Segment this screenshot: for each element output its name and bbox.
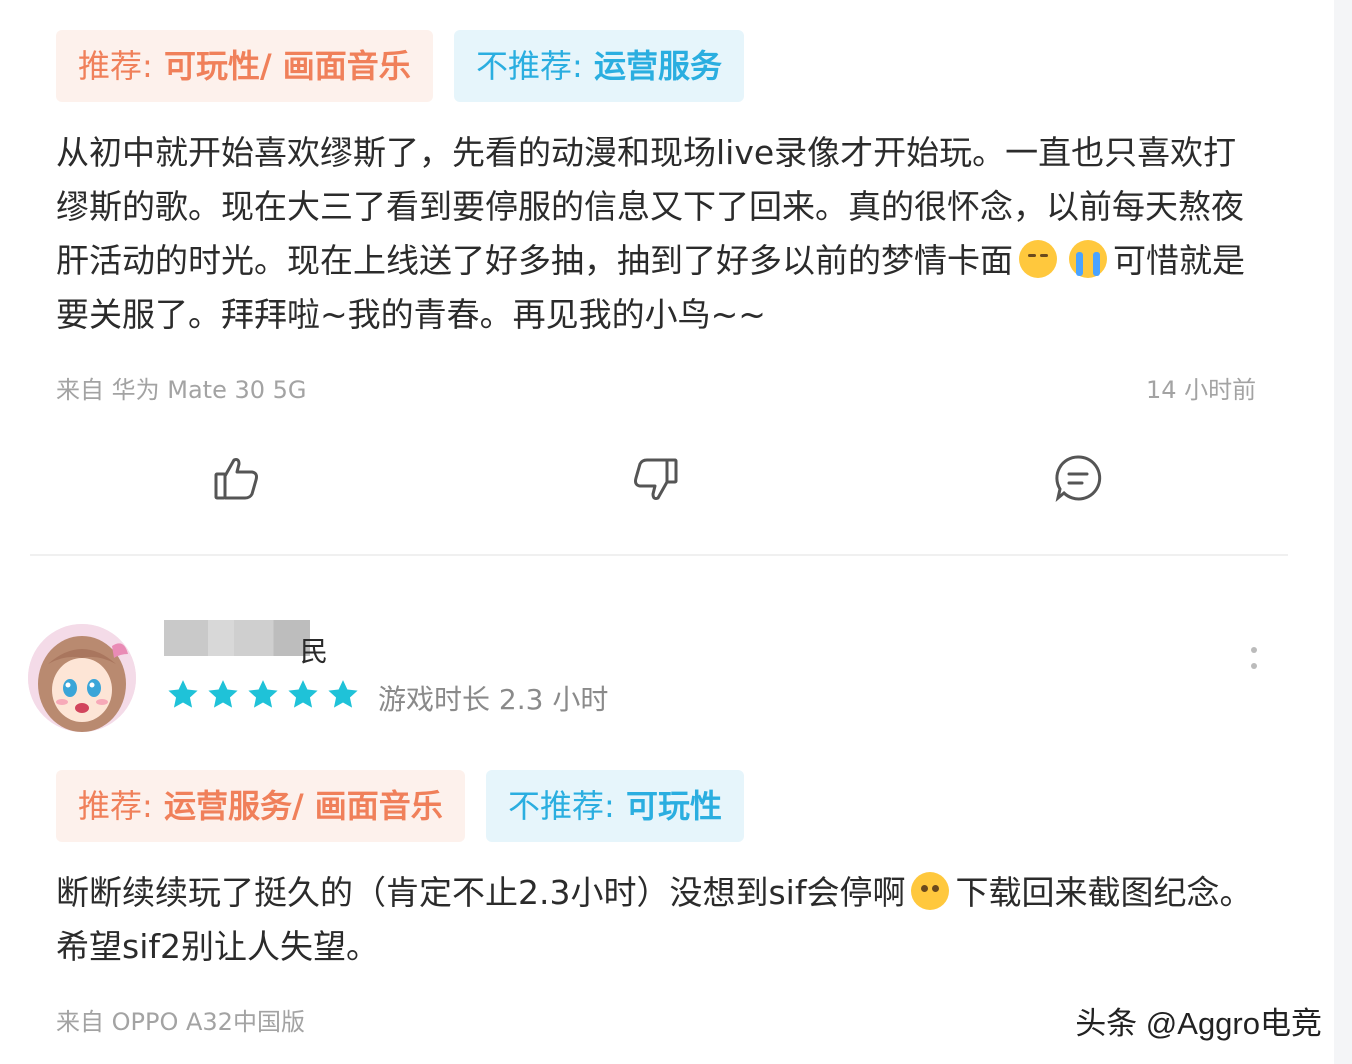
not-recommend-tag: 不推荐: 运营服务 xyxy=(454,30,744,102)
recommend-tag-value: 运营服务/ 画面音乐 xyxy=(163,787,443,825)
not-recommend-tag-value: 可玩性 xyxy=(625,787,722,825)
star-icon xyxy=(168,680,198,708)
star-rating xyxy=(166,678,360,716)
not-recommend-tag: 不推荐: 可玩性 xyxy=(486,770,744,842)
crying-face-emoji-icon xyxy=(1069,240,1107,278)
sad-face-emoji-icon xyxy=(911,872,950,910)
post-time: 14 小时前 xyxy=(1146,376,1257,404)
play-time: 游戏时长 2.3 小时 xyxy=(378,683,609,716)
review-text-part1: 从初中就开始喜欢缪斯了，先看的动漫和现场live录像才开始玩。一直也只喜欢打缪斯… xyxy=(56,133,1244,280)
recommend-tag: 推荐: 运营服务/ 画面音乐 xyxy=(56,770,465,842)
review-text: 从初中就开始喜欢缪斯了，先看的动漫和现场live录像才开始玩。一直也只喜欢打缪斯… xyxy=(56,126,1266,342)
recommend-tag-value: 可玩性/ 画面音乐 xyxy=(163,47,411,85)
thumbs-up-icon[interactable] xyxy=(210,452,262,504)
pensive-face-emoji-icon xyxy=(1019,240,1057,278)
not-recommend-tag-prefix: 不推荐: xyxy=(476,47,583,85)
thumbs-down-icon[interactable] xyxy=(630,452,682,504)
username-blurred[interactable] xyxy=(164,620,310,656)
review-text: 断断续续玩了挺久的（肯定不止2.3小时）没想到sif会停啊 下载回来截图纪念。希望… xyxy=(56,866,1256,974)
user-avatar[interactable] xyxy=(28,624,136,732)
recommend-tag-prefix: 推荐: xyxy=(78,47,153,85)
star-icon xyxy=(288,680,318,708)
review-divider xyxy=(30,554,1288,556)
not-recommend-tag-value: 运营服务 xyxy=(593,47,722,85)
comment-icon[interactable] xyxy=(1052,452,1104,504)
star-icon xyxy=(328,680,358,708)
review-text-part1: 断断续续玩了挺久的（肯定不止2.3小时）没想到sif会停啊 xyxy=(56,873,906,912)
device-info: 来自 华为 Mate 30 5G xyxy=(56,376,307,404)
device-info: 来自 OPPO A32中国版 xyxy=(56,1008,305,1036)
watermark: 头条 @Aggro电竞 xyxy=(1075,1006,1322,1041)
recommend-tag: 推荐: 可玩性/ 画面音乐 xyxy=(56,30,433,102)
page-edge xyxy=(1334,0,1352,1064)
star-icon xyxy=(208,680,238,708)
more-options-icon[interactable] xyxy=(1244,642,1264,676)
not-recommend-tag-prefix: 不推荐: xyxy=(508,787,615,825)
username-suffix: 民 xyxy=(300,635,329,668)
star-icon xyxy=(248,680,278,708)
anime-avatar-image xyxy=(28,624,136,732)
recommend-tag-prefix: 推荐: xyxy=(78,787,153,825)
